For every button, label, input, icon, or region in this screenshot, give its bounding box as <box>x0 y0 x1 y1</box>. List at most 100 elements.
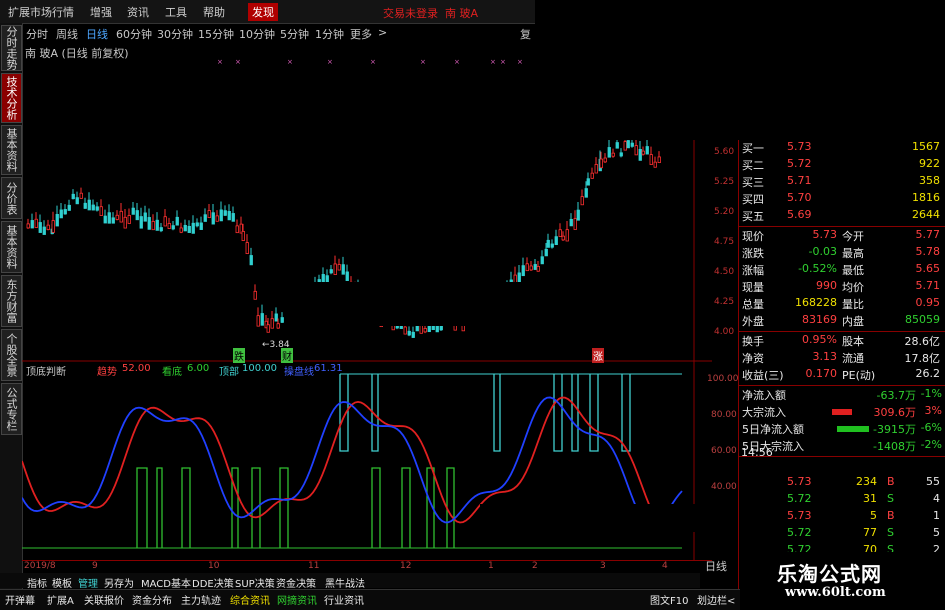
tab-industry-news[interactable]: 行业资讯 <box>324 592 364 607</box>
candle-body <box>241 231 245 241</box>
menu-extended-market[interactable]: 扩展市场行情 <box>8 4 74 20</box>
trade-login-text[interactable]: 交易未登录 <box>383 7 438 20</box>
candle-body <box>623 141 627 151</box>
candle-body <box>67 204 71 211</box>
indicator-name[interactable]: 顶底判断 <box>26 363 66 378</box>
tab-fund-distribution[interactable]: 资金分布 <box>132 592 172 607</box>
candle-body <box>215 215 219 222</box>
candle-body <box>558 229 562 237</box>
tab-related-quote[interactable]: 关联报价 <box>84 592 124 607</box>
candle-body <box>615 142 619 149</box>
site-logo: 乐淘公式网 www.60lt.com <box>755 552 945 609</box>
candle-body <box>231 213 235 222</box>
tab-fund-decision[interactable]: 资金决策 <box>276 575 316 590</box>
candle-body <box>183 224 187 232</box>
period-10min[interactable]: 10分钟 <box>239 26 275 42</box>
tab-manage[interactable]: 管理 <box>78 575 98 590</box>
tab-price-table[interactable]: 分价表 <box>1 177 22 219</box>
tab-fundamentals[interactable]: 基本资料 <box>1 125 22 175</box>
tab-formula[interactable]: 公式专栏 <box>1 383 22 435</box>
candle-body <box>55 214 59 227</box>
candle-body <box>38 222 42 233</box>
signal-mark: × <box>287 58 293 66</box>
tab-danmaku[interactable]: 开弹幕 <box>5 592 35 607</box>
tab-macd[interactable]: MACD基本 <box>141 575 191 590</box>
period-15min[interactable]: 15分钟 <box>198 26 234 42</box>
stat-row: 涨跌 -0.03 最高 5.78 <box>742 245 944 262</box>
indicator-tick: 60.00 <box>711 446 737 456</box>
bottom-signal-bar <box>446 467 455 548</box>
period-5min[interactable]: 5分钟 <box>280 26 309 42</box>
candle-body <box>603 157 607 163</box>
candle-body <box>403 326 407 335</box>
indicator-tick: 80.00 <box>711 410 737 420</box>
signal-mark: × <box>327 58 333 66</box>
stat-row: 净资 3.13 流通 17.8亿 <box>742 350 944 367</box>
candle-body <box>599 158 603 169</box>
redaction-block <box>284 282 660 326</box>
top-signal-bar <box>493 374 501 452</box>
chevron-right-icon[interactable]: > <box>378 26 387 39</box>
tab-stock-overview[interactable]: 个股全景 <box>1 329 22 381</box>
tick-flag: B <box>887 509 895 522</box>
period-1min[interactable]: 1分钟 <box>315 26 344 42</box>
tab-eastmoney[interactable]: 东方财富 <box>1 275 22 327</box>
stat-label: 净资 <box>742 352 764 365</box>
candle-body <box>123 216 127 229</box>
menu-news[interactable]: 资讯 <box>127 4 149 20</box>
tab-main-track[interactable]: 主力轨迹 <box>181 592 221 607</box>
candle-body <box>561 235 565 241</box>
bid-label: 买三 <box>742 176 764 189</box>
discover-button[interactable]: 发现 <box>248 3 278 21</box>
period-daily[interactable]: 日线 <box>86 26 108 42</box>
tab-dde[interactable]: DDE决策 <box>192 575 234 590</box>
stat-value: 990 <box>816 279 837 292</box>
tab-bull-strategy[interactable]: 黑牛战法 <box>325 575 365 590</box>
candle-body <box>594 164 598 174</box>
bid-label: 买四 <box>742 193 764 206</box>
tab-general-news[interactable]: 综合资讯 <box>230 592 270 607</box>
period-30min[interactable]: 30分钟 <box>157 26 193 42</box>
marker-finance: 财 <box>281 348 293 363</box>
sidebar-toggle[interactable]: 划边栏< <box>697 592 735 607</box>
stat-value: -0.03 <box>808 245 837 258</box>
period-60min[interactable]: 60分钟 <box>116 26 152 42</box>
menu-bar: 扩展市场行情 增强 资讯 工具 帮助 发现 交易未登录 南 玻A <box>0 0 535 24</box>
tab-template[interactable]: 模板 <box>52 575 72 590</box>
menu-tools[interactable]: 工具 <box>165 4 187 20</box>
tab-technical[interactable]: 技术分析 <box>1 73 22 123</box>
candle-body <box>34 218 38 228</box>
day-line-label[interactable]: 日线 <box>705 558 727 574</box>
stat-value: 0.170 <box>805 367 838 380</box>
tick-flag: S <box>887 492 894 505</box>
tab-intraday[interactable]: 分时走势 <box>1 25 22 71</box>
candle-body <box>95 206 99 211</box>
stat-value: 85059 <box>905 313 940 326</box>
period-more[interactable]: 更多 <box>350 26 372 42</box>
top-label: 顶部 <box>219 367 239 378</box>
candle-body <box>223 210 227 216</box>
menu-help[interactable]: 帮助 <box>203 4 225 20</box>
candle-body <box>274 313 278 322</box>
menu-enhance[interactable]: 增强 <box>90 4 112 20</box>
period-intraday[interactable]: 分时 <box>26 26 48 42</box>
period-weekly[interactable]: 周线 <box>56 26 78 42</box>
candle-body <box>155 219 159 231</box>
stat-row: 换手 0.95% 股本 28.6亿 <box>742 333 944 350</box>
tab-web-news[interactable]: 网摘资讯 <box>277 592 317 607</box>
f10-button[interactable]: 图文F10 <box>650 592 688 607</box>
tab-sup[interactable]: SUP决策 <box>235 575 275 590</box>
trend-label: 趋势 <box>97 367 117 378</box>
top-signal-bar <box>621 374 631 452</box>
stat-row: 收益(三) 0.170 PE(动) 26.2 <box>742 367 944 384</box>
candle-body <box>75 197 79 205</box>
redaction-block <box>236 128 536 180</box>
candle-body <box>83 202 87 209</box>
tab-basic-info[interactable]: 基本资料 <box>1 221 22 273</box>
tab-save-as[interactable]: 另存为 <box>104 575 134 590</box>
tab-extend-a[interactable]: 扩展A <box>47 592 74 607</box>
candle-body <box>167 223 171 229</box>
tab-indicator[interactable]: 指标 <box>27 575 47 590</box>
candle-body <box>199 222 203 230</box>
x-tick: 2 <box>532 561 538 571</box>
